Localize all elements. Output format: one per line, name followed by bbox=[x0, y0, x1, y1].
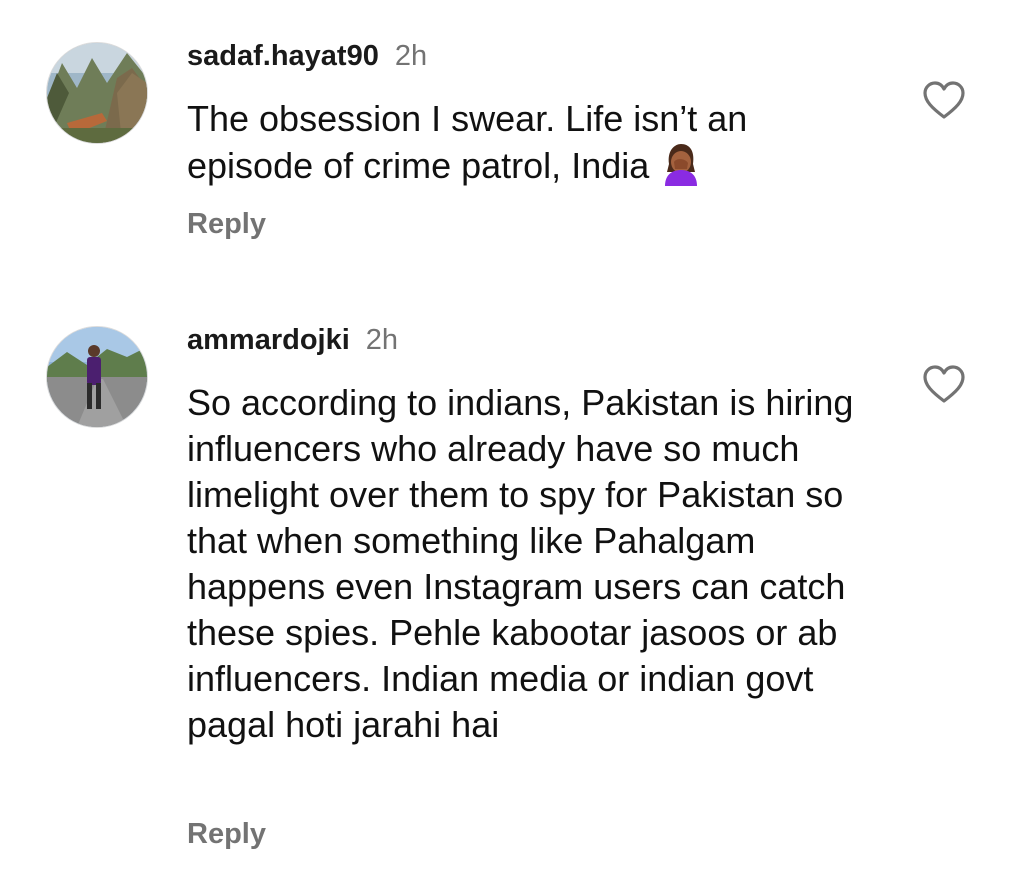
avatar[interactable] bbox=[46, 326, 148, 428]
comment-item: ammardojki 2h So according to indians, P… bbox=[0, 0, 1024, 882]
timestamp: 2h bbox=[365, 324, 399, 356]
heart-outline-icon[interactable] bbox=[922, 364, 966, 404]
username[interactable]: ammardojki bbox=[187, 324, 350, 357]
comment-body: So according to indians, Pakistan is hir… bbox=[187, 382, 854, 745]
comment-header: ammardojki 2h bbox=[187, 324, 398, 357]
comment-text: So according to indians, Pakistan is hir… bbox=[187, 380, 877, 748]
person-on-road-avatar bbox=[47, 327, 147, 427]
reply-button[interactable]: Reply bbox=[187, 818, 266, 851]
